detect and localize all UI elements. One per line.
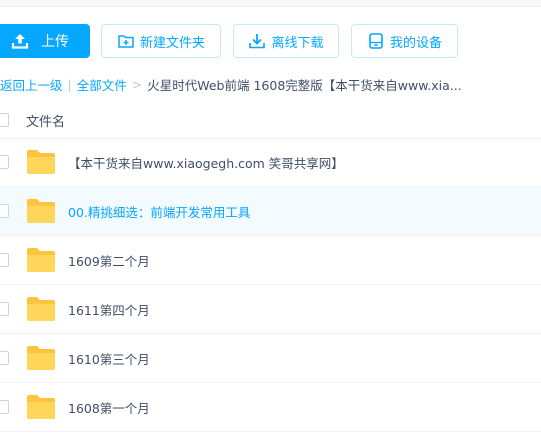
my-devices-label: 我的设备 (389, 35, 442, 51)
file-name[interactable]: 00.精挑细选：前端开发常用工具 (68, 202, 250, 221)
top-divider (0, 0, 541, 7)
new-folder-label: 新建文件夹 (139, 35, 205, 51)
all-files-link[interactable]: 全部文件 (77, 75, 127, 93)
new-folder-icon (117, 32, 135, 50)
row-checkbox[interactable] (0, 253, 9, 267)
folder-icon (27, 395, 55, 419)
breadcrumb-separator: | (67, 76, 72, 92)
breadcrumb: 返回上一级 | 全部文件 > 火星时代Web前端 1608完整版【本干货来自ww… (0, 75, 541, 93)
new-folder-button[interactable]: 新建文件夹 (101, 24, 221, 58)
offline-download-label: 离线下载 (271, 35, 324, 51)
back-link[interactable]: 返回上一级 (0, 75, 63, 93)
download-icon (248, 32, 266, 50)
device-icon (367, 32, 385, 50)
folder-icon (27, 199, 55, 223)
file-name[interactable]: 1609第二个月 (68, 251, 150, 270)
row-checkbox[interactable] (0, 400, 9, 414)
my-devices-button[interactable]: 我的设备 (351, 24, 458, 58)
breadcrumb-arrow: > (131, 76, 143, 92)
file-name[interactable]: 1608第一个月 (68, 398, 150, 417)
file-name[interactable]: 1610第三个月 (68, 349, 150, 368)
folder-icon (27, 150, 55, 174)
list-item[interactable]: 1610第三个月 (0, 334, 541, 383)
toolbar: 上传 新建文件夹 离线下载 我的设备 (0, 24, 541, 60)
list-item[interactable]: 【本干货来自www.xiaogegh.com 笑哥共享网】 (0, 138, 541, 187)
select-all-checkbox[interactable] (0, 113, 9, 127)
row-checkbox[interactable] (0, 351, 9, 365)
upload-button[interactable]: 上传 (0, 24, 90, 58)
folder-icon (27, 248, 55, 272)
current-folder-path: 火星时代Web前端 1608完整版【本干货来自www.xia... (147, 77, 462, 93)
column-header-filename[interactable]: 文件名 (26, 111, 65, 130)
offline-download-button[interactable]: 离线下载 (233, 24, 339, 58)
file-name[interactable]: 1611第四个月 (68, 300, 150, 319)
file-list-header: 文件名 (0, 102, 541, 139)
row-checkbox[interactable] (0, 204, 9, 218)
file-list: 【本干货来自www.xiaogegh.com 笑哥共享网】 00.精挑细选：前端… (0, 138, 541, 432)
upload-icon (11, 32, 29, 50)
row-checkbox[interactable] (0, 302, 9, 316)
list-item[interactable]: 1611第四个月 (0, 285, 541, 334)
upload-label: 上传 (41, 34, 69, 50)
list-item[interactable]: 1609第二个月 (0, 236, 541, 285)
row-checkbox[interactable] (0, 155, 9, 169)
file-name[interactable]: 【本干货来自www.xiaogegh.com 笑哥共享网】 (68, 153, 344, 172)
folder-icon (27, 297, 55, 321)
list-item[interactable]: 00.精挑细选：前端开发常用工具 (0, 187, 541, 236)
list-item[interactable]: 1608第一个月 (0, 383, 541, 432)
folder-icon (27, 346, 55, 370)
